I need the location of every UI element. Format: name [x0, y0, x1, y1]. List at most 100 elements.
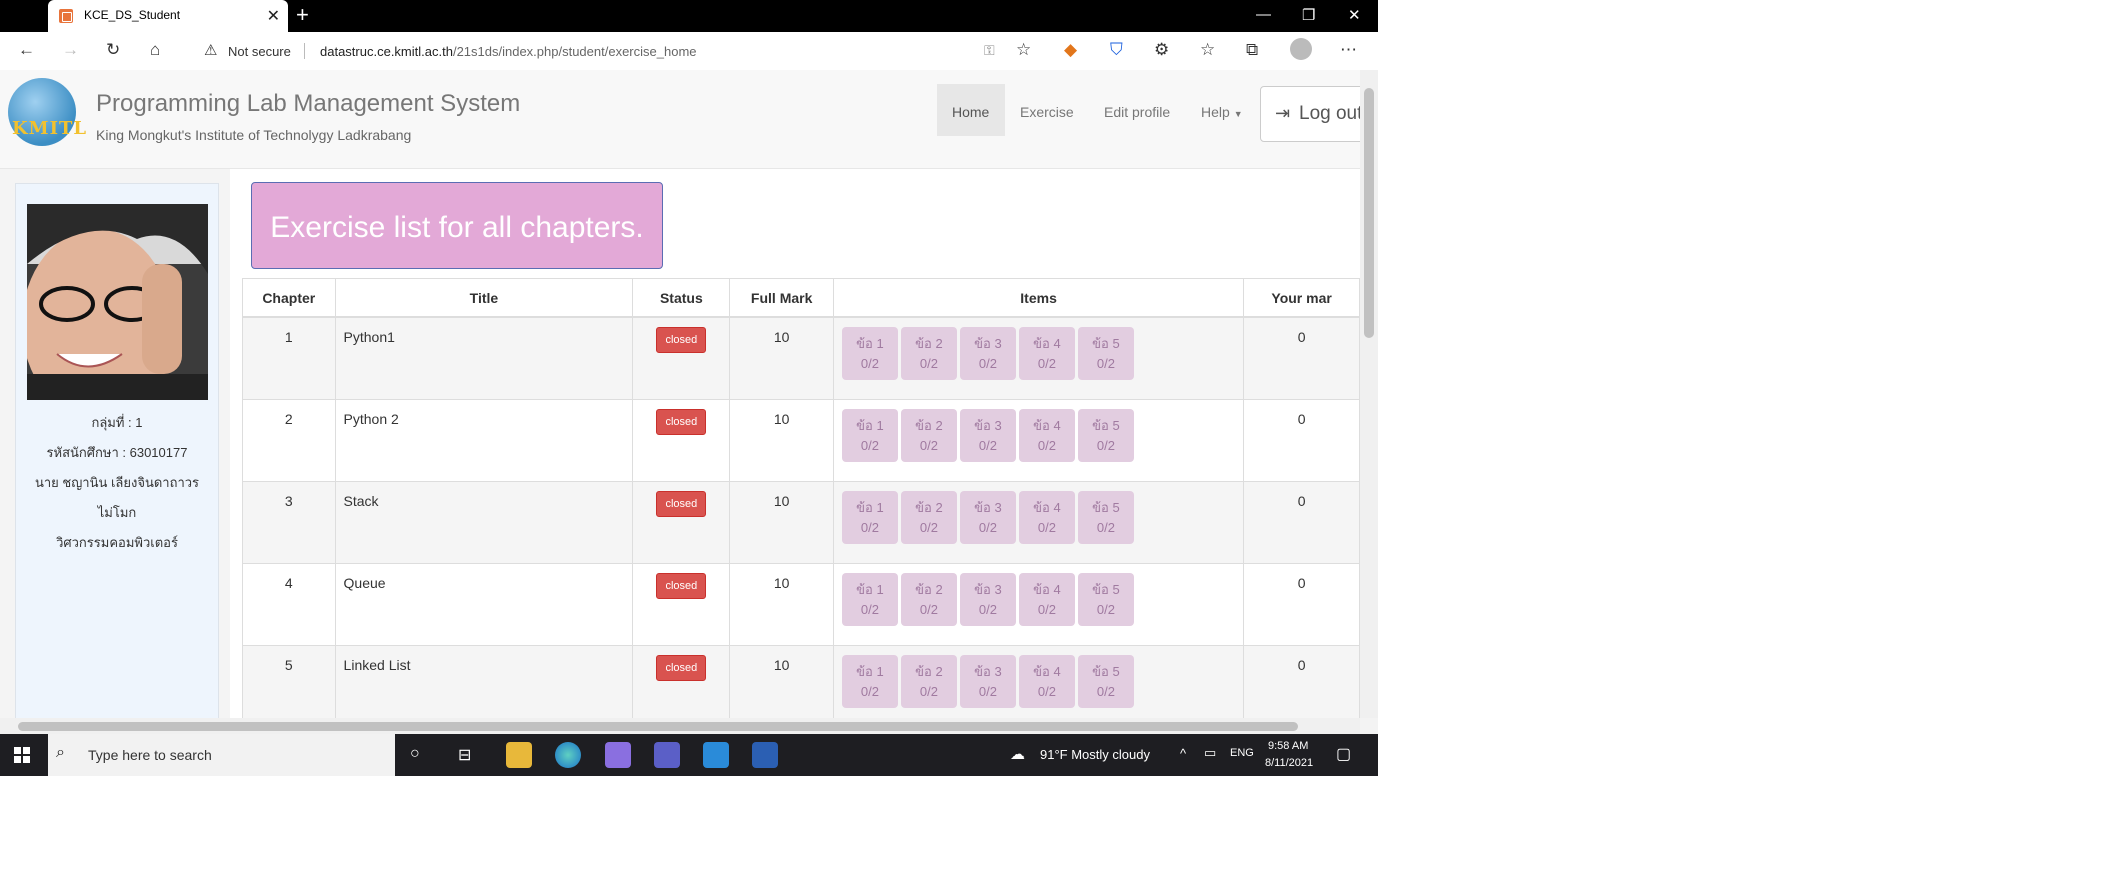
weather-text[interactable]: 91°F Mostly cloudy	[1040, 747, 1150, 762]
warning-icon[interactable]: ⚠	[204, 41, 217, 59]
exercise-item-button[interactable]: ข้อ 5 0/2	[1077, 327, 1134, 380]
exercise-item-button[interactable]: ข้อ 4 0/2	[1018, 491, 1075, 544]
table-row: 3 Stack closed 10 ข้อ 1 0/2 ข้อ 2 0/2 ข้อ 3 0/2 ข้…	[242, 481, 1360, 564]
item-score: 0/2	[919, 520, 938, 535]
notification-icon[interactable]: ▢	[1336, 744, 1351, 764]
vscode-icon[interactable]	[703, 742, 729, 768]
restore-icon[interactable]: ❐	[1302, 6, 1315, 24]
bitwarden-icon[interactable]: ⛉	[1110, 40, 1123, 60]
exercise-item-button[interactable]: ข้อ 3 0/2	[959, 655, 1016, 708]
exercise-item-button[interactable]: ข้อ 2 0/2	[900, 655, 957, 708]
site-title[interactable]: Programming Lab Management System	[96, 90, 520, 118]
item-score: 0/2	[1037, 520, 1056, 535]
exercise-item-button[interactable]: ข้อ 5 0/2	[1077, 655, 1134, 708]
browser-tab[interactable]: KCE_DS_Student ✕	[48, 0, 288, 32]
header-your-mark: Your mar	[1243, 278, 1360, 318]
more-icon[interactable]: ⋯	[1340, 40, 1357, 60]
exercise-item-button[interactable]: ข้อ 3 0/2	[959, 327, 1016, 380]
edge-icon[interactable]	[555, 742, 581, 768]
exercise-item-button[interactable]: ข้อ 5 0/2	[1077, 573, 1134, 626]
tab-close-icon[interactable]: ✕	[267, 6, 280, 26]
table-row: 2 Python 2 closed 10 ข้อ 1 0/2 ข้อ 2 0/2 ข้อ 3 0/…	[242, 399, 1360, 482]
header-title: Title	[334, 278, 634, 318]
battery-icon[interactable]: ▭	[1204, 745, 1216, 761]
horizontal-scrollbar[interactable]	[0, 718, 1360, 734]
file-explorer-icon[interactable]	[506, 742, 532, 768]
word-icon[interactable]	[752, 742, 778, 768]
cortana-icon[interactable]: ○	[410, 745, 420, 763]
item-label: ข้อ 3	[974, 418, 1002, 433]
chevron-up-icon[interactable]: ^	[1180, 746, 1186, 761]
item-score: 0/2	[1096, 438, 1115, 453]
item-label: ข้อ 4	[1033, 582, 1061, 597]
back-icon[interactable]: ←	[18, 40, 35, 60]
full-mark-cell: 10	[729, 399, 834, 482]
profile-name: นาย ชญานิน เลียงจินดาถาวร	[34, 475, 200, 490]
logout-icon: ⇥	[1275, 103, 1291, 123]
nav-edit-profile[interactable]: Edit profile	[1104, 104, 1170, 120]
exercise-item-button[interactable]: ข้อ 3 0/2	[959, 573, 1016, 626]
favorites-icon[interactable]: ☆	[1200, 40, 1215, 60]
window-close-icon[interactable]: ✕	[1348, 6, 1361, 24]
exercise-item-button[interactable]: ข้อ 4 0/2	[1018, 573, 1075, 626]
items-group: ข้อ 1 0/2 ข้อ 2 0/2 ข้อ 3 0/2 ข้อ 4 0/2 ข้อ 5 0/2	[834, 400, 1243, 462]
item-score: 0/2	[860, 438, 879, 453]
exercise-item-button[interactable]: ข้อ 3 0/2	[959, 409, 1016, 462]
windows-start-icon[interactable]	[14, 747, 30, 763]
clock-time[interactable]: 9:58 AM	[1268, 740, 1308, 752]
kmitl-logo[interactable]: KMITL	[8, 78, 86, 146]
weather-icon[interactable]: ☁	[1010, 745, 1025, 763]
url-text[interactable]: datastruc.ce.kmitl.ac.th/21s1ds/index.ph…	[320, 44, 697, 59]
exercise-item-button[interactable]: ข้อ 2 0/2	[900, 409, 957, 462]
language-indicator[interactable]: ENG	[1230, 747, 1254, 759]
vertical-scrollbar[interactable]	[1360, 70, 1378, 718]
favorite-add-icon[interactable]: ☆	[1016, 40, 1031, 60]
nav-home[interactable]: Home	[952, 104, 989, 120]
exercise-item-button[interactable]: ข้อ 4 0/2	[1018, 655, 1075, 708]
vertical-scroll-thumb[interactable]	[1364, 88, 1374, 338]
collections-icon[interactable]: ⧉	[1246, 40, 1258, 60]
exercise-item-button[interactable]: ข้อ 2 0/2	[900, 573, 957, 626]
security-label[interactable]: Not secure	[228, 44, 291, 59]
discord-icon[interactable]	[605, 742, 631, 768]
nav-exercise[interactable]: Exercise	[1020, 104, 1074, 120]
extensions-icon[interactable]: ⚙	[1154, 40, 1169, 60]
exercise-item-button[interactable]: ข้อ 1 0/2	[841, 655, 898, 708]
exercise-item-button[interactable]: ข้อ 4 0/2	[1018, 327, 1075, 380]
exercise-item-button[interactable]: ข้อ 1 0/2	[841, 491, 898, 544]
teams-icon[interactable]	[654, 742, 680, 768]
task-view-icon[interactable]: ⊟	[458, 745, 471, 765]
exercise-item-button[interactable]: ข้อ 2 0/2	[900, 327, 957, 380]
status-badge: closed	[656, 573, 707, 599]
new-tab-button[interactable]: +	[296, 3, 309, 27]
profile-icon[interactable]	[1290, 38, 1312, 60]
nav-help[interactable]: Help ▼	[1201, 104, 1243, 120]
exercise-item-button[interactable]: ข้อ 1 0/2	[841, 327, 898, 380]
key-icon[interactable]: ⚿	[984, 42, 995, 59]
items-group: ข้อ 1 0/2 ข้อ 2 0/2 ข้อ 3 0/2 ข้อ 4 0/2 ข้อ 5 0/2	[834, 482, 1243, 544]
exercise-item-button[interactable]: ข้อ 5 0/2	[1077, 409, 1134, 462]
browser-titlebar: KCE_DS_Student ✕ + — ❐ ✕	[0, 0, 1378, 32]
screen: KCE_DS_Student ✕ + — ❐ ✕ ← → ↻ ⌂ ⚠ Not s…	[0, 0, 1378, 776]
forward-icon[interactable]: →	[62, 40, 79, 60]
your-mark-cell: 0	[1243, 399, 1360, 482]
metamask-icon[interactable]: ◆	[1064, 40, 1077, 60]
exercise-item-button[interactable]: ข้อ 4 0/2	[1018, 409, 1075, 462]
search-icon: ⌕	[56, 744, 65, 761]
item-score: 0/2	[860, 602, 879, 617]
address-bar[interactable]: ⚠ Not secure datastruc.ce.kmitl.ac.th/21…	[192, 36, 1022, 66]
items-group: ข้อ 1 0/2 ข้อ 2 0/2 ข้อ 3 0/2 ข้อ 4 0/2 ข้อ 5 0/2	[834, 564, 1243, 626]
exercise-item-button[interactable]: ข้อ 2 0/2	[900, 491, 957, 544]
home-icon[interactable]: ⌂	[150, 40, 160, 60]
exercise-item-button[interactable]: ข้อ 3 0/2	[959, 491, 1016, 544]
item-label: ข้อ 3	[974, 336, 1002, 351]
logout-button[interactable]: ⇥ Log out	[1260, 86, 1360, 142]
refresh-icon[interactable]: ↻	[106, 40, 120, 60]
minimize-icon[interactable]: —	[1256, 6, 1271, 23]
exercise-item-button[interactable]: ข้อ 1 0/2	[841, 573, 898, 626]
horizontal-scroll-thumb[interactable]	[18, 722, 1298, 731]
clock-date[interactable]: 8/11/2021	[1265, 757, 1313, 769]
taskbar-search-box[interactable]: ⌕ Type here to search	[48, 734, 395, 776]
exercise-item-button[interactable]: ข้อ 1 0/2	[841, 409, 898, 462]
exercise-item-button[interactable]: ข้อ 5 0/2	[1077, 491, 1134, 544]
